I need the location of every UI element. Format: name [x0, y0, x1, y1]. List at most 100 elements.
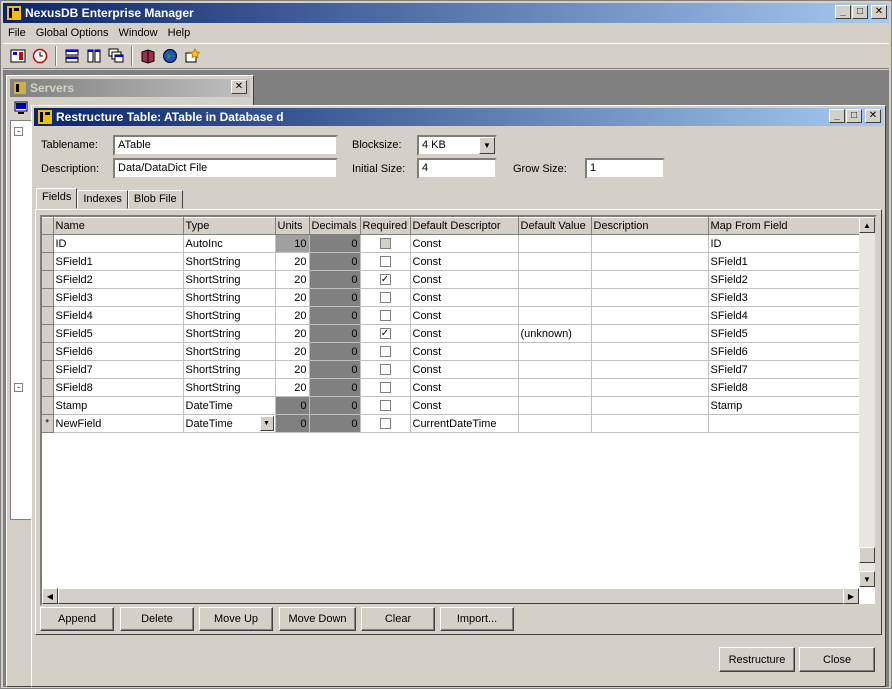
map-from-cell[interactable]: SField5 — [708, 324, 860, 343]
scroll-down-icon[interactable]: ▼ — [859, 571, 875, 587]
type-cell[interactable]: AutoInc — [183, 234, 276, 253]
units-cell[interactable]: 20 — [275, 252, 310, 271]
units-cell[interactable]: 20 — [275, 360, 310, 379]
row-indicator[interactable] — [42, 396, 54, 415]
blocksize-select[interactable]: 4 KB ▼ — [417, 135, 497, 156]
default-descriptor-cell[interactable]: Const — [410, 306, 519, 325]
row-indicator[interactable] — [42, 342, 54, 361]
units-cell[interactable]: 0 — [275, 396, 310, 415]
default-value-cell[interactable] — [518, 342, 592, 361]
default-descriptor-cell[interactable]: Const — [410, 324, 519, 343]
tab-fields[interactable]: Fields — [36, 188, 78, 209]
tile-vertical-icon[interactable] — [83, 45, 105, 67]
map-from-cell[interactable]: SField3 — [708, 288, 860, 307]
required-checkbox[interactable] — [379, 418, 391, 430]
required-cell[interactable] — [360, 252, 411, 271]
clock-icon[interactable] — [29, 45, 51, 67]
decimals-cell[interactable]: 0 — [309, 234, 361, 253]
default-value-cell[interactable] — [518, 396, 592, 415]
required-cell[interactable] — [360, 414, 411, 433]
units-cell[interactable]: 10 — [275, 234, 310, 253]
type-cell[interactable]: ShortString — [183, 306, 276, 325]
decimals-cell[interactable]: 0 — [309, 342, 361, 361]
type-cell[interactable]: ShortString — [183, 360, 276, 379]
close-dialog-button[interactable]: Close — [799, 647, 875, 672]
map-from-cell[interactable]: Stamp — [708, 396, 860, 415]
restructure-button[interactable]: Restructure — [719, 647, 795, 672]
table-row[interactable]: * NewField DateTime ▼ 0 0 CurrentDateTime — [42, 414, 860, 433]
import-button[interactable]: Import... — [440, 607, 514, 631]
map-from-cell[interactable]: SField2 — [708, 270, 860, 289]
description-cell[interactable] — [591, 324, 709, 343]
type-cell[interactable]: ShortString — [183, 270, 276, 289]
name-cell[interactable]: SField7 — [53, 360, 184, 379]
scroll-thumb-horizontal[interactable] — [58, 588, 844, 604]
required-cell[interactable] — [360, 234, 411, 253]
required-checkbox[interactable] — [379, 238, 391, 250]
default-value-cell[interactable] — [518, 270, 592, 289]
initial-size-input[interactable]: 4 — [417, 158, 497, 179]
book-icon[interactable] — [137, 45, 159, 67]
name-cell[interactable]: Stamp — [53, 396, 184, 415]
required-checkbox[interactable] — [379, 364, 391, 376]
row-indicator[interactable] — [42, 324, 54, 343]
table-row[interactable]: SField4 ShortString 20 0 Const SField4 — [42, 306, 860, 325]
description-cell[interactable] — [591, 414, 709, 433]
row-indicator[interactable] — [42, 306, 54, 325]
decimals-cell[interactable]: 0 — [309, 414, 361, 433]
column-header[interactable]: Default Value — [518, 217, 592, 235]
scroll-left-icon[interactable]: ◀ — [42, 588, 58, 604]
vertical-scrollbar[interactable]: ▲ ▼ — [859, 217, 875, 587]
default-value-cell[interactable] — [518, 414, 592, 433]
row-indicator[interactable] — [42, 288, 54, 307]
description-cell[interactable] — [591, 306, 709, 325]
scroll-thumb[interactable] — [859, 547, 875, 563]
required-checkbox[interactable] — [379, 346, 391, 358]
default-descriptor-cell[interactable]: Const — [410, 270, 519, 289]
scroll-up-icon[interactable]: ▲ — [859, 217, 875, 233]
required-checkbox[interactable] — [379, 382, 391, 394]
servers-toolbar-icon[interactable] — [13, 100, 29, 116]
units-cell[interactable]: 20 — [275, 270, 310, 289]
table-row[interactable]: SField3 ShortString 20 0 Const SField3 — [42, 288, 860, 307]
type-cell[interactable]: ShortString — [183, 324, 276, 343]
restructure-titlebar[interactable]: Restructure Table: ATable in Database d … — [34, 108, 883, 126]
decimals-cell[interactable]: 0 — [309, 324, 361, 343]
table-row[interactable]: SField1 ShortString 20 0 Const SField1 — [42, 252, 860, 271]
main-titlebar[interactable]: NexusDB Enterprise Manager _ □ ✕ — [3, 3, 889, 23]
default-descriptor-cell[interactable]: Const — [410, 378, 519, 397]
description-cell[interactable] — [591, 270, 709, 289]
map-from-cell[interactable]: SField8 — [708, 378, 860, 397]
name-cell[interactable]: SField1 — [53, 252, 184, 271]
units-cell[interactable]: 20 — [275, 306, 310, 325]
description-cell[interactable] — [591, 234, 709, 253]
menu-file[interactable]: File — [3, 27, 31, 39]
move-up-button[interactable]: Move Up — [199, 607, 273, 631]
description-cell[interactable] — [591, 396, 709, 415]
name-cell[interactable]: SField3 — [53, 288, 184, 307]
default-descriptor-cell[interactable]: Const — [410, 396, 519, 415]
servers-titlebar[interactable]: Servers ✕ — [10, 79, 250, 97]
name-cell[interactable]: SField8 — [53, 378, 184, 397]
column-header[interactable]: Decimals — [309, 217, 361, 235]
sql-icon[interactable] — [7, 45, 29, 67]
globe-icon[interactable] — [159, 45, 181, 67]
required-checkbox[interactable]: ✓ — [379, 328, 391, 340]
type-cell[interactable]: ShortString — [183, 252, 276, 271]
description-cell[interactable] — [591, 342, 709, 361]
row-indicator[interactable] — [42, 270, 54, 289]
decimals-cell[interactable]: 0 — [309, 360, 361, 379]
column-header[interactable]: Description — [591, 217, 709, 235]
table-row[interactable]: ID AutoInc 10 0 Const ID — [42, 234, 860, 253]
decimals-cell[interactable]: 0 — [309, 378, 361, 397]
horizontal-scrollbar[interactable]: ◀ ▶ — [42, 588, 859, 604]
description-cell[interactable] — [591, 288, 709, 307]
default-value-cell[interactable] — [518, 252, 592, 271]
description-cell[interactable] — [591, 252, 709, 271]
description-input[interactable]: Data/DataDict File — [113, 158, 338, 179]
row-indicator[interactable] — [42, 234, 54, 253]
chevron-down-icon[interactable]: ▼ — [259, 416, 274, 431]
table-row[interactable]: SField8 ShortString 20 0 Const SField8 — [42, 378, 860, 397]
clear-button[interactable]: Clear — [361, 607, 435, 631]
row-indicator[interactable] — [42, 378, 54, 397]
